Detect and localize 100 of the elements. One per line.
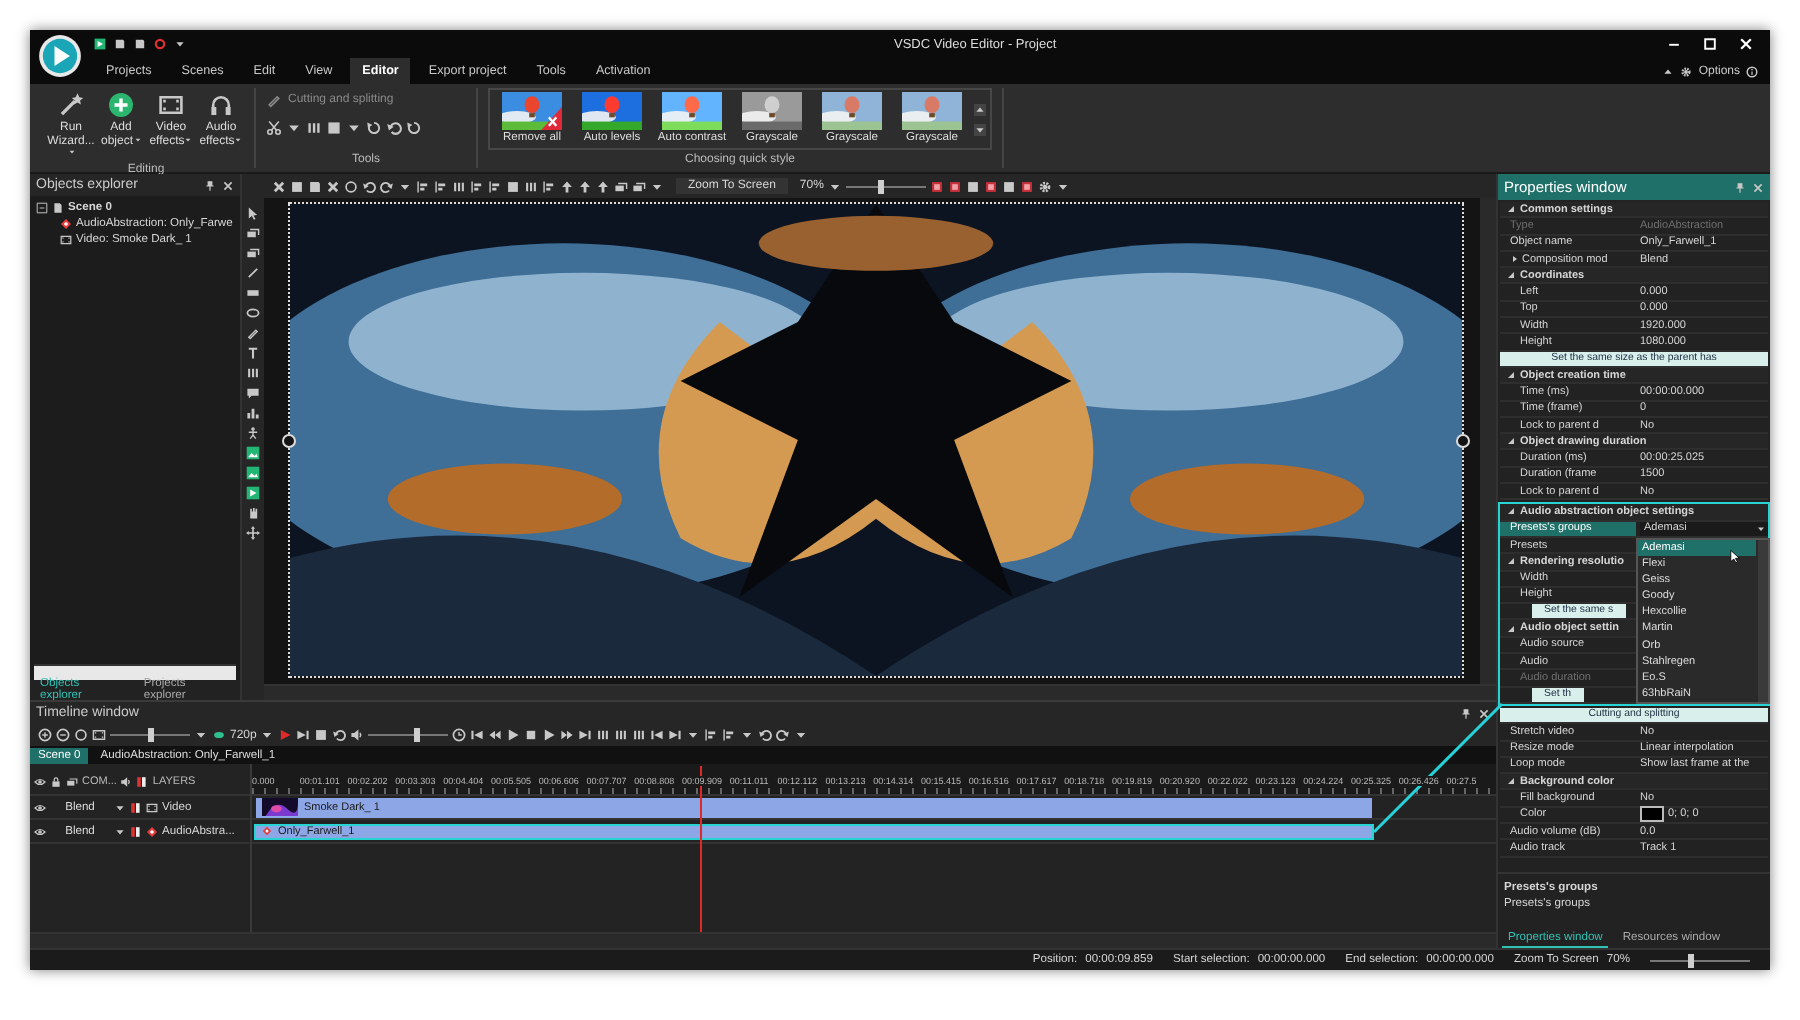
zoom-out-icon[interactable] xyxy=(56,728,70,742)
hand-icon[interactable] xyxy=(246,506,260,520)
bars-icon[interactable] xyxy=(452,179,466,193)
video-clip-icon[interactable] xyxy=(94,38,106,50)
square-icon[interactable] xyxy=(965,179,980,193)
delete-icon[interactable] xyxy=(326,179,340,193)
circle-icon[interactable] xyxy=(344,179,358,193)
collapse-arrow-icon[interactable] xyxy=(1506,204,1516,215)
square-icon[interactable] xyxy=(506,179,520,193)
gear-icon[interactable] xyxy=(1037,179,1052,193)
caret-icon[interactable] xyxy=(794,728,809,742)
layers-icon[interactable] xyxy=(246,226,260,240)
caret-icon[interactable] xyxy=(398,179,412,193)
volume-slider[interactable] xyxy=(368,728,449,742)
scissors-icon[interactable] xyxy=(266,120,282,136)
skip-back-icon[interactable] xyxy=(470,728,485,742)
film-icon[interactable] xyxy=(92,728,106,742)
bars-icon[interactable] xyxy=(306,120,322,136)
bars-icon[interactable] xyxy=(524,179,538,193)
rewind-icon[interactable] xyxy=(488,728,503,742)
caret-icon[interactable] xyxy=(346,120,362,136)
caret-icon[interactable] xyxy=(194,728,208,742)
save-icon[interactable] xyxy=(308,179,322,193)
collapse-arrow-icon[interactable] xyxy=(1506,270,1516,281)
align-icon[interactable] xyxy=(416,179,430,193)
align-icon[interactable] xyxy=(542,179,556,193)
layers-icon[interactable] xyxy=(66,776,78,788)
tile-icon[interactable] xyxy=(1019,179,1034,193)
skip-back-icon[interactable] xyxy=(650,728,665,742)
scrollbar[interactable] xyxy=(1480,198,1496,684)
scrollbar[interactable] xyxy=(264,684,1496,700)
undo-icon[interactable] xyxy=(332,728,347,742)
color-swatch[interactable] xyxy=(1640,806,1664,823)
tile-icon[interactable] xyxy=(983,179,998,193)
resize-handle[interactable] xyxy=(282,434,296,448)
caret-icon[interactable] xyxy=(827,179,842,193)
lock-icon[interactable] xyxy=(50,776,62,788)
stop-icon[interactable] xyxy=(524,728,539,742)
clock-icon[interactable] xyxy=(452,728,467,742)
collapse-arrow-icon[interactable] xyxy=(1506,623,1516,634)
slider-thumb[interactable] xyxy=(413,728,420,742)
scrollbar[interactable] xyxy=(1758,539,1768,702)
text-icon[interactable] xyxy=(246,346,260,360)
eye-icon[interactable] xyxy=(34,801,46,813)
undo-icon[interactable] xyxy=(758,728,773,742)
video-clip-icon[interactable] xyxy=(246,486,260,500)
person-icon[interactable] xyxy=(246,426,260,440)
layers-icon[interactable] xyxy=(632,179,646,193)
timeline-ruler[interactable] xyxy=(252,764,1496,796)
eye-icon[interactable] xyxy=(34,776,46,788)
collapse-arrow-icon[interactable] xyxy=(1506,556,1516,567)
caret-icon[interactable] xyxy=(174,38,186,50)
skip-forward-icon[interactable] xyxy=(296,728,311,742)
undo-icon[interactable] xyxy=(386,120,402,136)
square-icon[interactable] xyxy=(290,179,304,193)
caret-icon[interactable] xyxy=(286,120,302,136)
close-icon[interactable] xyxy=(1478,707,1490,719)
gear-icon[interactable] xyxy=(1680,65,1693,77)
bars-icon[interactable] xyxy=(246,366,260,380)
redo-icon[interactable] xyxy=(380,179,394,193)
move-icon[interactable] xyxy=(246,526,260,540)
record-icon[interactable] xyxy=(154,38,166,50)
skip-forward-icon[interactable] xyxy=(668,728,683,742)
tile-icon[interactable] xyxy=(947,179,962,193)
eye-icon[interactable] xyxy=(34,825,46,837)
tile-icon[interactable] xyxy=(929,179,944,193)
layers-icon[interactable] xyxy=(246,246,260,260)
layers-icon[interactable] xyxy=(614,179,628,193)
rectangle-icon[interactable] xyxy=(246,286,260,300)
delete-icon[interactable] xyxy=(272,179,286,193)
align-icon[interactable] xyxy=(470,179,484,193)
scrollbar[interactable] xyxy=(34,664,236,680)
rotate-icon[interactable] xyxy=(406,120,422,136)
maximize-icon[interactable] xyxy=(1702,36,1718,52)
bars-icon[interactable] xyxy=(596,728,611,742)
pin-icon[interactable] xyxy=(1460,707,1472,719)
skip-forward-icon[interactable] xyxy=(578,728,593,742)
caret-icon[interactable] xyxy=(1055,179,1070,193)
slider-thumb[interactable] xyxy=(878,179,885,193)
ellipse-icon[interactable] xyxy=(246,306,260,320)
zoom-slider[interactable] xyxy=(845,179,926,193)
app-logo[interactable] xyxy=(38,34,82,78)
bars-icon[interactable] xyxy=(632,728,647,742)
image-icon[interactable] xyxy=(246,466,260,480)
bars-icon[interactable] xyxy=(614,728,629,742)
zoom-in-icon[interactable] xyxy=(38,728,52,742)
align-icon[interactable] xyxy=(704,728,719,742)
align-icon[interactable] xyxy=(434,179,448,193)
slider-thumb[interactable] xyxy=(147,728,153,742)
square-icon[interactable] xyxy=(1001,179,1016,193)
timeline-zoom-slider[interactable] xyxy=(110,728,190,742)
collapse-arrow-icon[interactable] xyxy=(1506,506,1516,517)
rotate-icon[interactable] xyxy=(366,120,382,136)
caret-icon[interactable] xyxy=(650,179,664,193)
chart-icon[interactable] xyxy=(246,406,260,420)
undo-icon[interactable] xyxy=(362,179,376,193)
square-icon[interactable] xyxy=(314,728,329,742)
slider-thumb[interactable] xyxy=(1687,953,1693,967)
circle-icon[interactable] xyxy=(74,728,88,742)
image-icon[interactable] xyxy=(246,446,260,460)
